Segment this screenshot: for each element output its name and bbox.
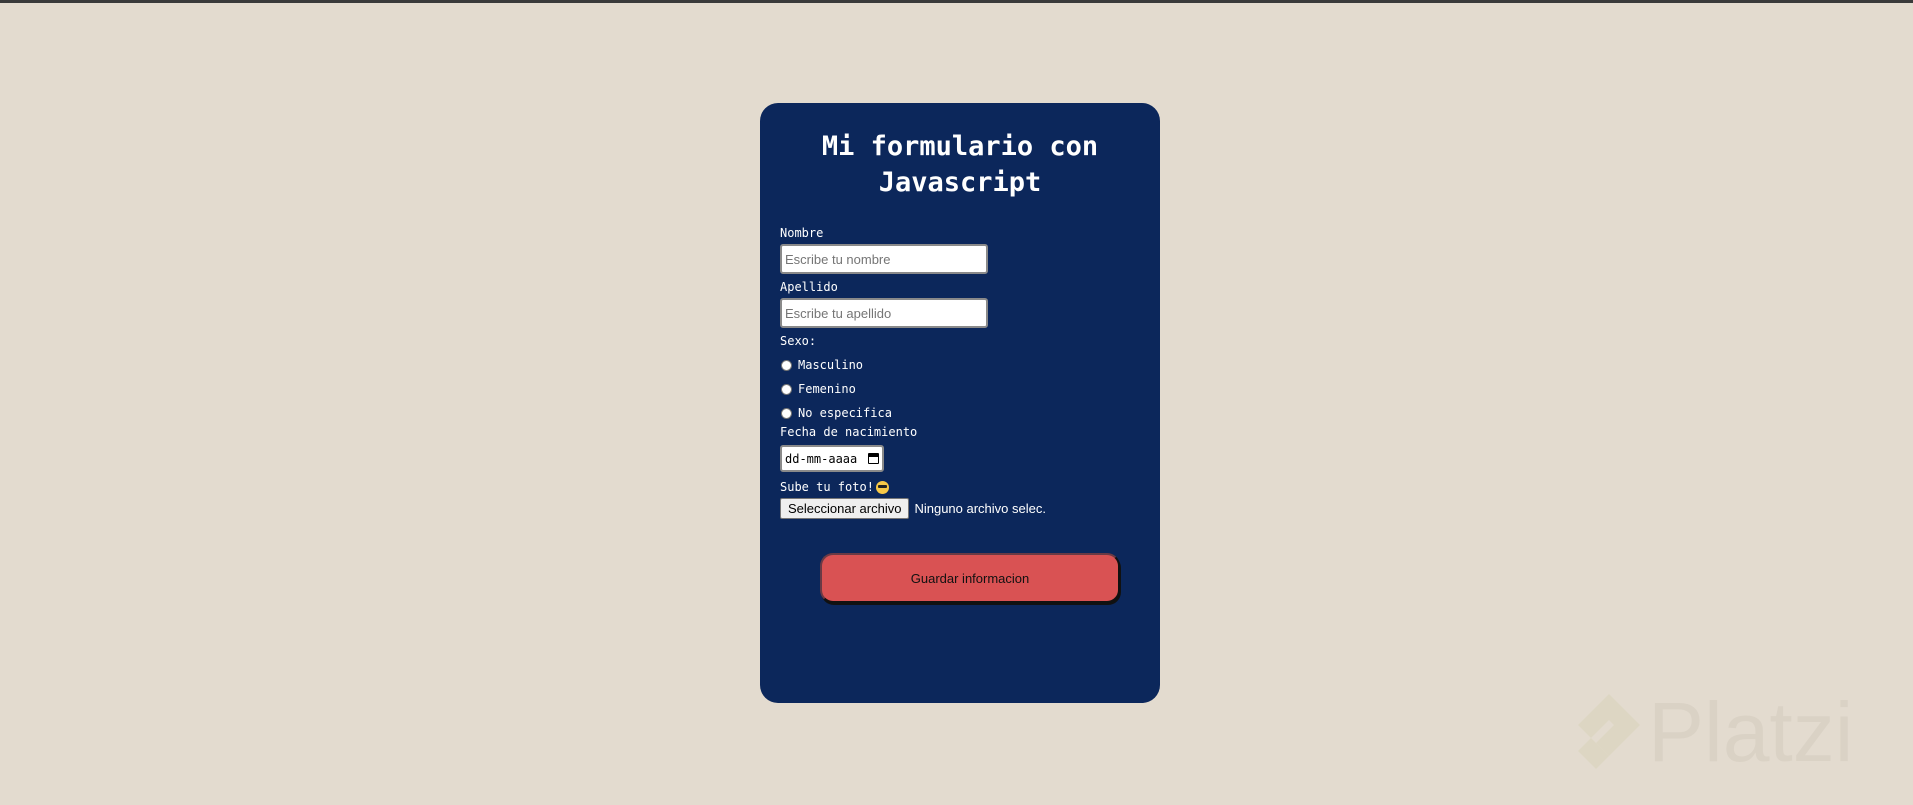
foto-label-row: Sube tu foto! [780,480,1140,494]
radio-option-femenino[interactable]: Femenino [780,382,1140,396]
form-card: Mi formulario con Javascript Nombre Apel… [760,103,1160,703]
radio-button-femenino[interactable] [781,383,792,395]
foto-label: Sube tu foto! [780,480,874,494]
radio-button-masculino[interactable] [781,359,792,371]
form-body: Nombre Apellido Sexo: Masculino Femenino… [780,226,1140,603]
sexo-radio-group: Masculino Femenino No especifica [780,358,1140,420]
radio-label-masculino: Masculino [798,358,864,372]
select-file-button[interactable]: Seleccionar archivo [780,498,910,519]
fecha-input[interactable]: dd-mm-aaaa [780,445,884,472]
radio-label-no-especifica: No especifica [798,406,892,420]
apellido-input[interactable] [780,298,988,328]
radio-option-masculino[interactable]: Masculino [780,358,1140,372]
form-title: Mi formulario con Javascript [821,131,1099,198]
radio-label-femenino: Femenino [798,382,856,396]
platzi-logo-icon [1578,694,1640,769]
file-input[interactable]: Seleccionar archivo Ninguno archivo sele… [780,498,1140,519]
platzi-watermark: Platzi [1574,690,1853,774]
fecha-label: Fecha de nacimiento [780,425,918,439]
file-status: Ninguno archivo selec. [914,501,1046,516]
save-button[interactable]: Guardar informacion [820,553,1120,603]
sexo-label: Sexo: [780,334,817,348]
calendar-icon[interactable] [868,453,879,464]
nombre-label: Nombre [780,226,824,240]
window-top-border [0,0,1913,3]
radio-button-no-especifica[interactable] [781,407,792,419]
watermark-text: Platzi [1648,685,1854,779]
nombre-input[interactable] [780,244,988,274]
apellido-label: Apellido [780,280,838,294]
radio-option-no-especifica[interactable]: No especifica [780,406,1140,420]
fecha-placeholder: dd-mm-aaaa [785,451,858,466]
sunglasses-emoji-icon [875,480,889,494]
